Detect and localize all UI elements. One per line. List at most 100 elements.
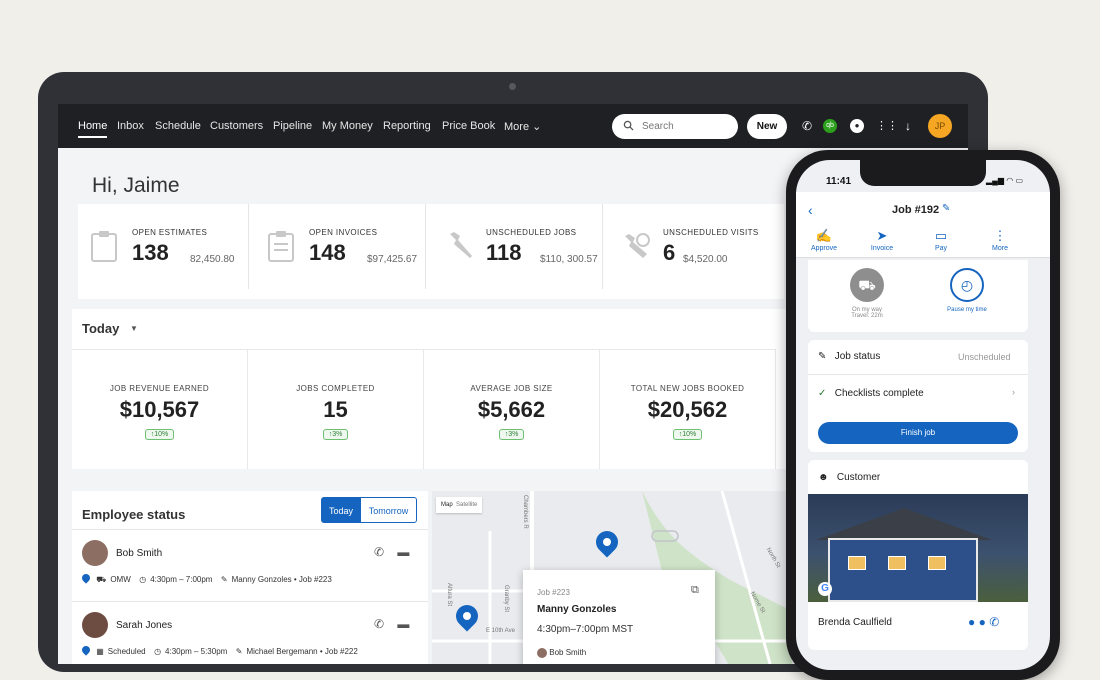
kpi-value: $10,567 <box>119 397 200 422</box>
stat-label: OPEN ESTIMATES <box>132 228 208 237</box>
visit-icon <box>621 230 653 267</box>
user-avatar[interactable]: JP <box>928 114 952 138</box>
location-icon[interactable]: ● <box>850 119 864 133</box>
avatar <box>537 648 547 658</box>
truck-icon[interactable]: ⛟ <box>850 268 884 302</box>
employee-actions: ✆ ▬ <box>374 617 409 631</box>
chevron-right-icon[interactable]: › <box>1012 387 1015 397</box>
phone-icon[interactable]: ✆ <box>374 617 384 631</box>
street-label: E 10th Ave <box>486 628 515 634</box>
action-approve[interactable]: ✍ Approve <box>799 228 849 252</box>
pause-timer-icon[interactable]: ◴ <box>950 268 984 302</box>
search-input[interactable]: Search <box>612 114 738 139</box>
kpi-new-jobs-booked: TOTAL NEW JOBS BOOKED $20,562 ↑10% <box>600 349 776 469</box>
nav-home[interactable]: Home <box>78 120 108 138</box>
stat-amount: $110, 300.57 <box>540 254 598 265</box>
job-popup[interactable]: Job #223 ⧉ Manny Gonzoles 4:30pm–7:00pm … <box>523 570 715 664</box>
finish-job-button[interactable]: Finish job <box>818 422 1018 444</box>
employee-row[interactable]: Sarah Jones ✆ ▬ ▦ Scheduled ◷ 4:30pm – 5:3… <box>72 601 428 664</box>
action-label: Invoice <box>870 245 894 252</box>
customer-contact-icons: ● ● ✆ <box>968 615 999 629</box>
employee-row[interactable]: Bob Smith ✆ ▬ ⛟ OMW ◷ 4:30pm – 7:00pm ✎ Man… <box>72 529 428 601</box>
checklists-label: Checklists complete <box>834 388 924 399</box>
action-label: Pay <box>934 245 948 252</box>
download-icon[interactable]: ↓ <box>901 119 915 133</box>
employee-time: 4:30pm – 5:30pm <box>165 647 228 656</box>
webcam <box>509 83 516 90</box>
popup-time: 4:30pm–7:00pm MST <box>537 624 634 635</box>
more-vertical-icon: ⋮ <box>993 228 1007 243</box>
employee-status-text: Scheduled <box>107 647 146 656</box>
phone-notch <box>860 160 986 186</box>
action-invoice[interactable]: ➤ Invoice <box>857 228 907 252</box>
action-label: More <box>992 245 1008 252</box>
phone-frame: 11:41 ▂▄▆ ◠ ▭ ‹ Job #192 ✎ ✍ Approve ➤ Inv… <box>786 150 1060 680</box>
customer-label: Customer <box>836 472 881 483</box>
tab-today[interactable]: Today <box>321 497 361 523</box>
battery-icon: ▭ <box>1015 176 1023 185</box>
wifi-icon: ◠ <box>1006 176 1014 185</box>
kpi-change-badge: ↑3% <box>322 429 349 440</box>
map-tab-map[interactable]: Map <box>441 502 453 508</box>
divider <box>602 204 603 289</box>
map-panel[interactable]: Map Satellite Chambers R Altura St Granb… <box>432 491 792 664</box>
phone-icon[interactable]: ✆ <box>800 119 814 133</box>
person-icon: ☻ <box>818 472 829 483</box>
tab-tomorrow[interactable]: Tomorrow <box>360 497 417 523</box>
today-dropdown[interactable]: Today <box>82 321 119 336</box>
apps-grid-icon[interactable]: ⋮⋮ <box>876 119 898 133</box>
action-pay[interactable]: ▭ Pay <box>916 228 966 252</box>
avatar <box>82 612 108 638</box>
nav-inbox[interactable]: Inbox <box>117 120 144 132</box>
nav-my-money[interactable]: My Money <box>322 120 373 132</box>
chat-icon[interactable]: ● <box>968 615 975 629</box>
house-body <box>828 538 978 602</box>
nav-schedule[interactable]: Schedule <box>155 120 201 132</box>
stat-label: UNSCHEDULED VISITS <box>663 228 759 237</box>
kpi-job-revenue: JOB REVENUE EARNED $10,567 ↑10% <box>72 349 248 469</box>
pause-my-time[interactable]: Pause my time <box>932 307 1002 313</box>
clock-icon: ◷ <box>151 647 162 656</box>
google-icon: G <box>818 582 832 596</box>
new-button[interactable]: New <box>747 114 787 139</box>
popup-customer-name: Manny Gonzoles <box>537 604 617 615</box>
action-more[interactable]: ⋮ More <box>975 228 1025 252</box>
external-link-icon[interactable]: ⧉ <box>691 584 699 597</box>
message-icon[interactable]: ● <box>979 615 986 629</box>
quickbooks-icon[interactable]: qb <box>823 119 837 133</box>
stat-count: 148 <box>309 240 346 265</box>
today-summary-card: Today ▼ JOB REVENUE EARNED $10,567 ↑10% … <box>72 309 792 469</box>
phone-icon[interactable]: ✆ <box>989 615 999 629</box>
employee-time: 4:30pm – 7:00pm <box>150 575 213 584</box>
phone-clock: 11:41 <box>826 176 852 187</box>
edit-icon[interactable]: ✎ <box>942 203 950 214</box>
nav-more[interactable]: More ⌄ <box>504 120 541 133</box>
employee-status-card: Employee status Today Tomorrow Bob Smith… <box>72 491 428 664</box>
truck-icon: ⛟ <box>96 575 107 584</box>
street-label: Granby St <box>503 585 509 613</box>
search-placeholder: Search <box>642 121 674 132</box>
job-status-label: Job status <box>834 351 881 362</box>
stat-amount: $4,520.00 <box>683 254 728 265</box>
nav-pipeline[interactable]: Pipeline <box>273 120 312 132</box>
caret-down-icon[interactable]: ▼ <box>130 324 138 333</box>
location-pin-icon <box>80 644 92 656</box>
message-icon[interactable]: ▬ <box>397 545 409 559</box>
nav-price-book[interactable]: Price Book <box>442 120 495 132</box>
nav-customers[interactable]: Customers <box>210 120 263 132</box>
back-chevron-icon[interactable]: ‹ <box>808 202 813 218</box>
invoice-icon <box>267 230 295 267</box>
map-tab-satellite[interactable]: Satellite <box>456 502 477 508</box>
message-icon[interactable]: ▬ <box>397 617 409 631</box>
wrench-icon: ✎ <box>218 575 228 584</box>
street-label: Chambers R <box>522 495 528 529</box>
checklists-row[interactable]: ✓ Checklists complete <box>818 388 924 399</box>
phone-icon[interactable]: ✆ <box>374 545 384 559</box>
house-photo[interactable]: G <box>808 494 1028 602</box>
signal-icon: ▂▄▆ <box>986 176 1004 185</box>
nav-reporting[interactable]: Reporting <box>383 120 431 132</box>
check-icon: ✓ <box>818 388 827 399</box>
map-type-toggle[interactable]: Map Satellite <box>436 497 483 513</box>
employee-meta: ⛟ OMW ◷ 4:30pm – 7:00pm ✎ Manny Gonzoles • … <box>80 572 336 585</box>
calendar-icon: ▦ <box>96 647 104 656</box>
